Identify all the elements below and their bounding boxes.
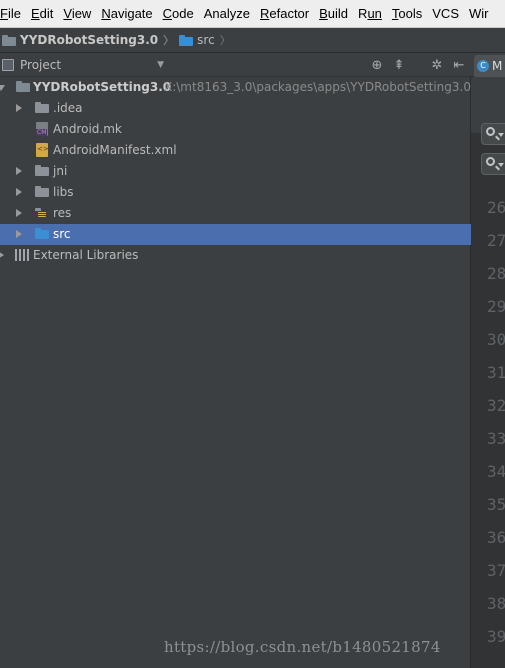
gear-icon[interactable]: ✲: [429, 58, 445, 73]
line-number: 39: [487, 627, 505, 646]
menu-code[interactable]: Code: [158, 6, 199, 21]
editor-tab[interactable]: C M: [474, 55, 505, 77]
breadcrumb-src-label: src: [197, 33, 215, 47]
chevron-right-icon: 〉: [163, 34, 175, 47]
editor-tab-label: M: [492, 59, 503, 73]
menu-navigate[interactable]: Navigate: [96, 6, 157, 21]
breadcrumb-project[interactable]: YYDRobotSetting3.0 〉: [2, 32, 179, 48]
line-number: 38: [487, 594, 505, 613]
collapsed-arrow-icon[interactable]: [16, 104, 22, 112]
tree-item-root-path: X:\mt8163_3.0\packages\apps\YYDRobotSett…: [164, 80, 471, 94]
source-folder-icon: [35, 228, 49, 239]
tree-item-src-label: src: [53, 227, 71, 241]
menu-analyze[interactable]: Analyze: [199, 6, 255, 21]
line-number: 37: [487, 561, 505, 580]
line-number: 32: [487, 396, 505, 415]
watermark-text: https://blog.csdn.net/b1480521874: [164, 638, 441, 656]
collapsed-arrow-icon[interactable]: [16, 188, 22, 196]
tree-item-jni-label: jni: [53, 164, 68, 178]
menu-window[interactable]: Wir: [464, 6, 494, 21]
breadcrumb-src[interactable]: src 〉: [179, 32, 236, 48]
line-number: 30: [487, 330, 505, 349]
line-number: 28: [487, 264, 505, 283]
class-icon: C: [477, 60, 489, 72]
module-folder-icon: [2, 34, 16, 46]
replace-field[interactable]: [481, 153, 505, 175]
hide-panel-icon[interactable]: ⇤: [451, 58, 467, 73]
tree-item-idea[interactable]: .idea: [0, 98, 471, 119]
tree-item-res-label: res: [53, 206, 72, 220]
line-number: 27: [487, 231, 505, 250]
tree-item-libs[interactable]: libs: [0, 182, 471, 203]
search-icon: [486, 157, 495, 166]
line-number: 36: [487, 528, 505, 547]
tree-item-android-mk-label: Android.mk: [53, 122, 122, 136]
chevron-down-icon: [498, 163, 504, 167]
chevron-right-icon: 〉: [219, 34, 231, 47]
chevron-down-icon: [498, 133, 504, 137]
tree-item-external-libraries[interactable]: External Libraries: [0, 245, 471, 266]
tree-item-res[interactable]: res: [0, 203, 471, 224]
folder-icon: [35, 102, 49, 113]
project-view-selector[interactable]: Project ▼: [0, 58, 180, 72]
source-folder-icon: [179, 34, 194, 46]
tree-item-src[interactable]: src: [0, 224, 471, 245]
tree-item-manifest-label: AndroidManifest.xml: [53, 143, 177, 157]
expanded-arrow-icon[interactable]: [0, 85, 5, 91]
line-number: 33: [487, 429, 505, 448]
project-tree: YYDRobotSetting3.0 X:\mt8163_3.0\package…: [0, 77, 471, 266]
menu-view[interactable]: View: [58, 6, 96, 21]
menu-build[interactable]: Build: [314, 6, 353, 21]
tree-item-jni[interactable]: jni: [0, 161, 471, 182]
collapsed-arrow-icon[interactable]: [16, 167, 22, 175]
collapse-all-icon[interactable]: ⇞: [391, 58, 407, 73]
tree-item-manifest[interactable]: AndroidManifest.xml: [0, 140, 471, 161]
breadcrumb-project-label: YYDRobotSetting3.0: [20, 33, 159, 47]
makefile-icon: [36, 122, 48, 136]
project-panel-title: Project: [20, 57, 62, 72]
collapsed-arrow-icon[interactable]: [16, 230, 22, 238]
tree-item-android-mk[interactable]: Android.mk: [0, 119, 471, 140]
tree-item-libs-label: libs: [53, 185, 74, 199]
line-number: 31: [487, 363, 505, 382]
library-icon: [15, 249, 29, 261]
find-bar: [471, 77, 505, 175]
chevron-down-icon: ▼: [157, 59, 164, 70]
line-number: 35: [487, 495, 505, 514]
panel-header-toolbar: ⊕ ⇞ ✲ ⇤: [369, 53, 467, 77]
search-field[interactable]: [481, 123, 505, 145]
line-number: 29: [487, 297, 505, 316]
project-icon: [2, 58, 14, 71]
menu-vcs[interactable]: VCS: [427, 6, 464, 21]
editor-tab-bar: C M: [471, 53, 505, 77]
folder-icon: [35, 165, 49, 176]
tree-item-idea-label: .idea: [53, 101, 83, 115]
menu-bar: File Edit View Navigate Code Analyze Ref…: [0, 0, 505, 28]
menu-file[interactable]: File: [0, 6, 26, 21]
collapsed-arrow-icon[interactable]: [0, 251, 4, 259]
resource-folder-icon: [35, 208, 49, 219]
project-tool-window: Project ▼ ⊕ ⇞ ✲ ⇤ YYDRobotSetting3.0 X:\…: [0, 53, 471, 668]
menu-edit[interactable]: Edit: [26, 6, 58, 21]
collapsed-arrow-icon[interactable]: [16, 209, 22, 217]
menu-tools[interactable]: Tools: [387, 6, 427, 21]
xml-file-icon: [36, 143, 49, 157]
line-number: 26: [487, 198, 505, 217]
scroll-from-source-icon[interactable]: ⊕: [369, 58, 385, 73]
search-icon: [486, 127, 495, 136]
tree-item-root-label: YYDRobotSetting3.0: [33, 80, 172, 94]
module-folder-icon: [16, 81, 30, 92]
folder-icon: [35, 186, 49, 197]
project-panel-header: Project ▼ ⊕ ⇞ ✲ ⇤: [0, 53, 471, 77]
tree-item-root[interactable]: YYDRobotSetting3.0 X:\mt8163_3.0\package…: [0, 77, 471, 98]
menu-refactor[interactable]: Refactor: [255, 6, 314, 21]
line-number: 34: [487, 462, 505, 481]
tree-item-external-libraries-label: External Libraries: [33, 248, 139, 262]
navigation-bar: YYDRobotSetting3.0 〉 src 〉: [0, 28, 505, 53]
editor-area: C M 26 27 28 29 30 31 32 33 34 35 36 37 …: [471, 53, 505, 668]
menu-run[interactable]: Run: [353, 6, 387, 21]
